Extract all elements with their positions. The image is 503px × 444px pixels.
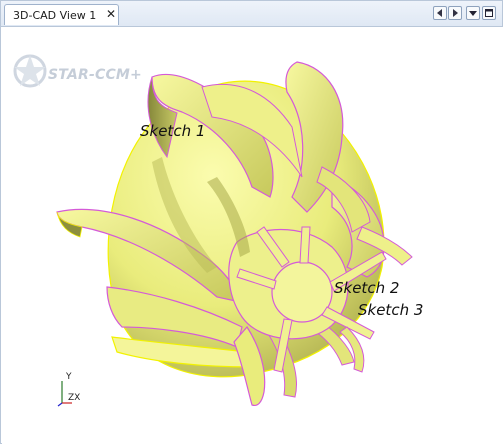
impeller-model[interactable] xyxy=(2,27,503,444)
tab-close-icon[interactable]: ✕ xyxy=(106,8,116,20)
sketch-2-label[interactable]: Sketch 2 xyxy=(334,279,399,297)
triad-y-label: Y xyxy=(66,372,72,382)
sketch-3-label[interactable]: Sketch 3 xyxy=(358,301,423,319)
cad-view-window: 3D-CAD View 1 ✕ STAR-CCM+ Sketch 1 Sketc… xyxy=(0,0,503,444)
maximize-icon xyxy=(485,9,493,17)
chevron-right-icon xyxy=(453,9,458,17)
tab-menu-button[interactable] xyxy=(466,6,480,20)
triad-zx-label: ZX xyxy=(68,393,81,403)
tab-bar: 3D-CAD View 1 ✕ xyxy=(1,1,502,27)
tab-title: 3D-CAD View 1 xyxy=(13,9,97,22)
tab-prev-button[interactable] xyxy=(433,6,447,20)
sketch-1-label[interactable]: Sketch 1 xyxy=(140,122,205,140)
chevron-left-icon xyxy=(437,9,442,17)
cad-viewport[interactable]: STAR-CCM+ Sketch 1 Sketch 2 Sketch 3 Y Z… xyxy=(2,27,503,444)
tab-3d-cad-view[interactable]: 3D-CAD View 1 ✕ xyxy=(4,4,119,25)
dropdown-icon xyxy=(469,11,477,16)
tab-next-button[interactable] xyxy=(448,6,462,20)
maximize-button[interactable] xyxy=(482,6,496,20)
